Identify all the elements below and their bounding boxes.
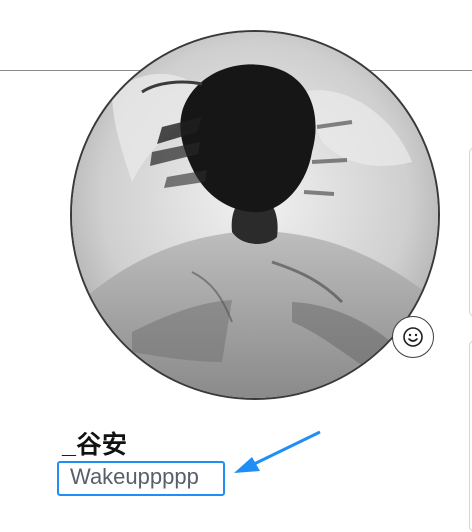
display-name: _谷安 (62, 431, 128, 459)
username: Wakeuppppp (70, 464, 199, 489)
annotation-arrow-icon (234, 430, 321, 473)
smiley-icon (403, 327, 423, 347)
avatar[interactable] (70, 30, 440, 400)
avatar-image (72, 32, 438, 398)
set-status-button[interactable] (392, 316, 434, 358)
